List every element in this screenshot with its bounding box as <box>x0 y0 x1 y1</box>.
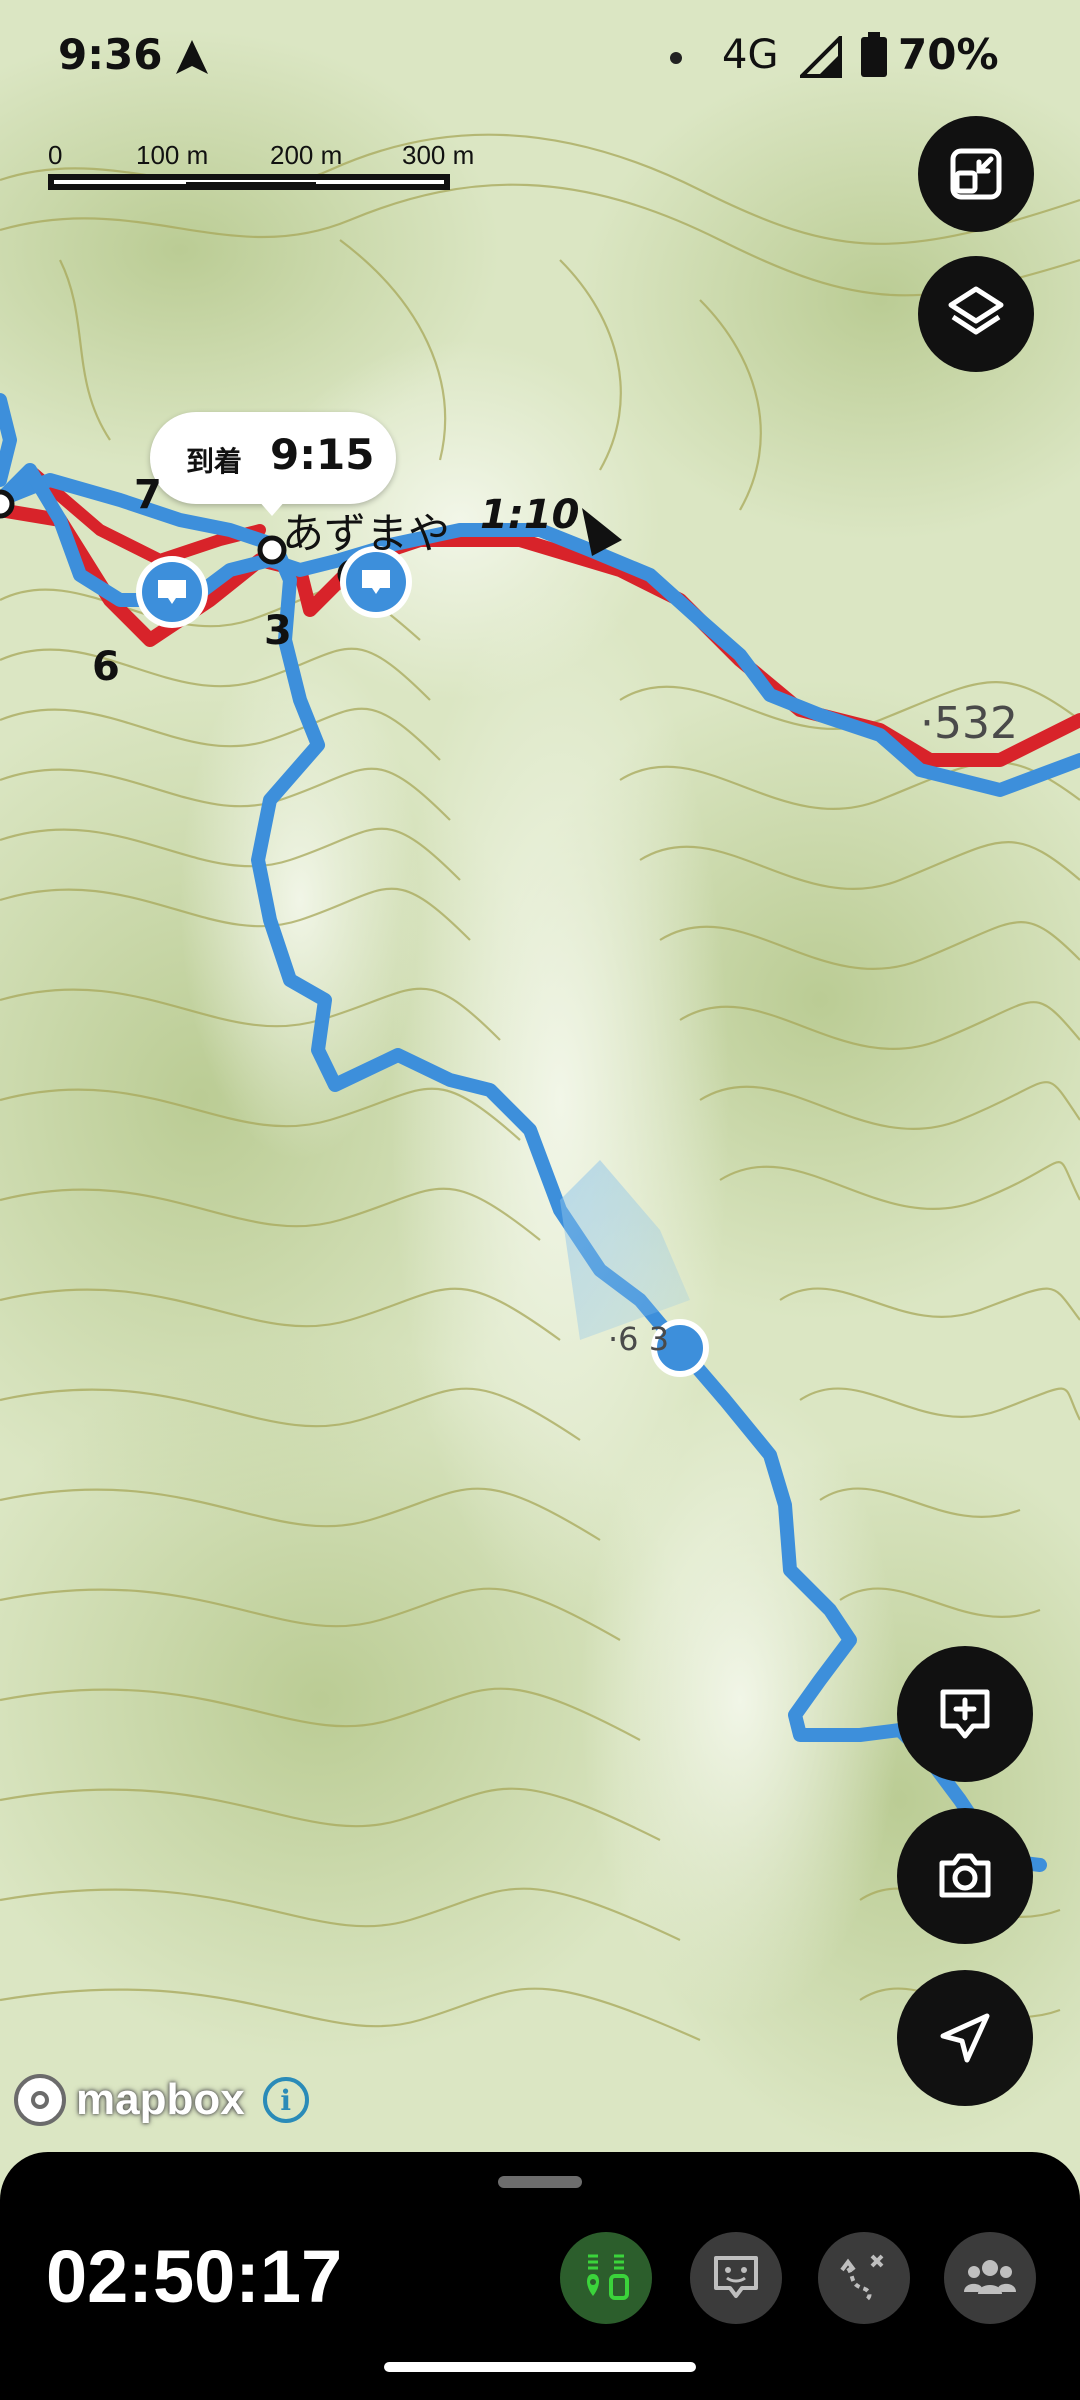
route-button[interactable] <box>818 2232 910 2324</box>
mapbox-attribution: mapbox i <box>14 2070 309 2130</box>
mapbox-logo-icon <box>14 2074 66 2126</box>
map-layers-button[interactable] <box>918 256 1034 372</box>
elapsed-time: 02:50:17 <box>46 2235 343 2318</box>
navigation-indicator-icon <box>176 40 208 74</box>
fullscreen-exit-icon <box>950 148 1002 200</box>
bottom-sheet[interactable]: 02:50:17 <box>0 2152 1080 2400</box>
status-bar: 9:36 4G 70% <box>0 0 1080 110</box>
sheet-drag-handle[interactable] <box>498 2176 582 2188</box>
mapbox-wordmark: mapbox <box>76 2075 245 2124</box>
signal-icon <box>800 36 842 78</box>
camera-icon <box>939 1853 991 1898</box>
memo-icon <box>714 2256 758 2298</box>
add-comment-icon <box>940 1689 990 1739</box>
scale-label: 200 m <box>270 140 343 170</box>
layers-icon <box>948 286 1004 335</box>
elevation-label: ·6 3 <box>608 1320 670 1358</box>
comment-marker[interactable] <box>136 556 208 628</box>
waypoint-number: 3 <box>264 608 292 654</box>
fullscreen-exit-button[interactable] <box>918 116 1034 232</box>
battery-icon <box>861 32 887 77</box>
arrival-time-bubble[interactable]: 到着 9:15 <box>150 412 396 516</box>
scale-label: 100 m <box>136 140 209 170</box>
camera-button[interactable] <box>897 1808 1033 1944</box>
scale-bar: 0 100 m 200 m 300 m <box>48 140 488 200</box>
battery-percent: 70% <box>898 30 999 79</box>
group-icon <box>964 2260 1016 2294</box>
navigation-button[interactable] <box>897 1970 1033 2106</box>
add-comment-button[interactable] <box>897 1646 1033 1782</box>
network-type: 4G <box>722 32 779 78</box>
recording-status-icon <box>587 2254 629 2300</box>
group-button[interactable] <box>944 2232 1036 2324</box>
arrival-label: 到着 <box>186 445 243 478</box>
route-icon <box>840 2254 884 2302</box>
navigation-icon <box>940 2013 990 2063</box>
system-navigation-bar[interactable] <box>384 2362 696 2372</box>
elevation-label: ·532 <box>920 698 1018 749</box>
scale-label: 300 m <box>402 140 475 170</box>
scale-label: 0 <box>48 140 63 170</box>
info-icon[interactable]: i <box>262 2077 309 2123</box>
scale-bar-graphic <box>48 174 450 190</box>
waypoint-number: 6 <box>92 644 120 690</box>
waypoint-number: 7 <box>134 472 162 518</box>
memo-button[interactable] <box>690 2232 782 2324</box>
recording-status-button[interactable] <box>560 2232 652 2324</box>
segment-duration: 1:10 <box>480 492 580 538</box>
status-time: 9:36 <box>58 30 163 79</box>
arrival-time: 9:15 <box>270 430 375 479</box>
place-label: あずまや <box>282 509 451 558</box>
notification-dot-icon <box>670 52 682 64</box>
